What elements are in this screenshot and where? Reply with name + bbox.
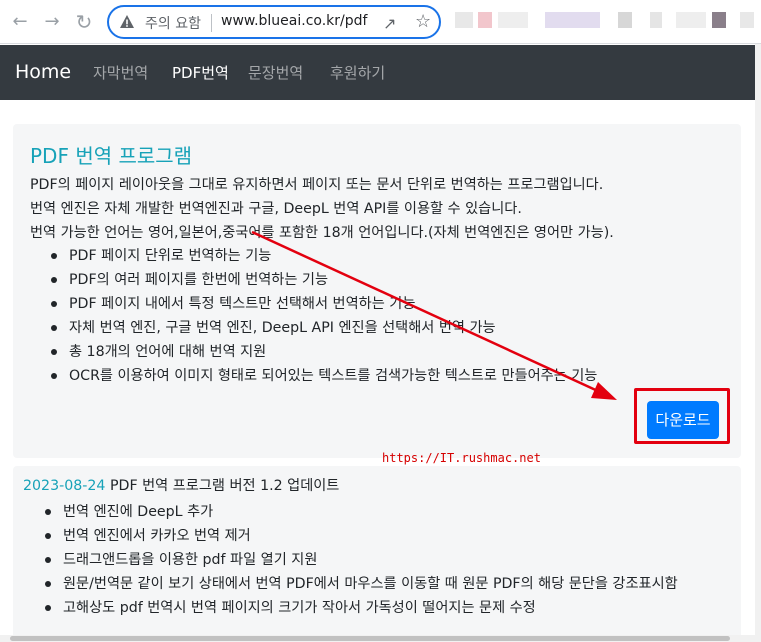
blurred-extension-icon xyxy=(650,12,662,28)
star-icon[interactable]: ☆ xyxy=(415,11,431,32)
list-item: PDF의 여러 페이지를 한번에 번역하는 기능 xyxy=(49,268,597,292)
url-text[interactable]: www.blueai.co.kr/pdf xyxy=(221,13,367,29)
horizontal-scrollbar-thumb[interactable] xyxy=(10,636,730,641)
blurred-extension-icon xyxy=(455,12,473,28)
security-warning-text[interactable]: 주의 요함 xyxy=(145,13,201,33)
list-item: PDF 페이지 단위로 번역하는 기능 xyxy=(49,244,597,268)
feature-list: PDF 페이지 단위로 번역하는 기능 PDF의 여러 페이지를 한번에 번역하… xyxy=(49,244,597,388)
download-button[interactable]: 다운로드 xyxy=(647,401,719,439)
title-prefix: PDF xyxy=(30,144,69,168)
nav-link-sentence-translate[interactable]: 문장번역 xyxy=(248,62,303,83)
description-line-1: PDF의 페이지 레이아웃을 그대로 유지하면서 페이지 또는 문서 단위로 번… xyxy=(30,177,604,193)
browser-toolbar: ← → ↻ 주의 요함 www.blueai.co.kr/pdf ↗ ☆ xyxy=(0,0,761,44)
nav-link-subtitle-translate[interactable]: 자막번역 xyxy=(93,62,148,83)
update-date-link[interactable]: 2023-08-24 xyxy=(23,478,105,494)
blurred-extension-icon xyxy=(498,12,528,28)
horizontal-scrollbar[interactable] xyxy=(0,635,755,642)
update-title: PDF 번역 프로그램 버전 1.2 업데이트 xyxy=(105,478,340,494)
list-item: 번역 엔진에서 카카오 번역 제거 xyxy=(43,524,733,548)
nav-link-pdf-translate[interactable]: PDF번역 xyxy=(172,62,229,83)
pdf-program-card: PDF 번역 프로그램 PDF의 페이지 레이아웃을 그대로 유지하면서 페이지… xyxy=(13,124,741,458)
reload-icon[interactable]: ↻ xyxy=(72,10,96,34)
list-item: 드래그앤드롭을 이용한 pdf 파일 열기 지원 xyxy=(43,548,733,572)
omnibox-separator xyxy=(211,14,212,32)
page-title: PDF 번역 프로그램 xyxy=(30,140,192,169)
download-highlight-box: 다운로드 xyxy=(634,388,730,444)
update-card: 2023-08-24 PDF 번역 프로그램 버전 1.2 업데이트 번역 엔진… xyxy=(13,466,741,642)
blurred-extension-icon xyxy=(478,12,492,28)
list-item: 번역 엔진에 DeepL 추가 xyxy=(43,500,733,524)
list-item: 원문/번역문 같이 보기 상태에서 번역 PDF에서 마우스를 이동할 때 원문… xyxy=(43,572,733,596)
address-bar[interactable]: 주의 요함 www.blueai.co.kr/pdf ↗ ☆ xyxy=(107,5,441,39)
update-heading: 2023-08-24 PDF 번역 프로그램 버전 1.2 업데이트 xyxy=(23,476,339,496)
back-arrow-icon[interactable]: ← xyxy=(8,10,32,34)
list-item: PDF 페이지 내에서 특정 텍스트만 선택해서 번역하는 기능 xyxy=(49,292,597,316)
nav-link-donate[interactable]: 후원하기 xyxy=(330,62,385,83)
blurred-extension-icon xyxy=(676,12,706,28)
blurred-extension-icon xyxy=(618,12,632,28)
site-navbar: Home 자막번역 PDF번역 문장번역 후원하기 xyxy=(0,45,755,100)
blurred-extension-icon xyxy=(545,12,600,28)
list-item: 고해상도 pdf 번역시 번역 페이지의 크기가 작아서 가독성이 떨어지는 문… xyxy=(43,596,733,620)
description-line-3: 번역 가능한 언어는 영어,일본어,중국어를 포함한 18개 언어입니다.(자체… xyxy=(30,225,614,241)
blurred-extension-icon xyxy=(712,12,726,28)
vertical-scrollbar[interactable] xyxy=(755,44,761,642)
list-item: OCR를 이용하여 이미지 형태로 되어있는 텍스트를 검색가능한 텍스트로 만… xyxy=(49,364,597,388)
watermark-text: https://IT.rushmac.net xyxy=(382,451,541,465)
update-list: 번역 엔진에 DeepL 추가 번역 엔진에서 카카오 번역 제거 드래그앤드롭… xyxy=(43,500,733,620)
blurred-extension-icon xyxy=(740,12,754,28)
forward-arrow-icon[interactable]: → xyxy=(40,10,64,34)
list-item: 총 18개의 언어에 대해 번역 지원 xyxy=(49,340,597,364)
share-icon[interactable]: ↗ xyxy=(383,14,396,33)
description-line-2: 번역 엔진은 자체 개발한 번역엔진과 구글, DeepL 번역 API를 이용… xyxy=(30,201,522,217)
title-rest: 번역 프로그램 xyxy=(68,144,193,168)
brand-home-link[interactable]: Home xyxy=(15,61,71,83)
list-item: 자체 번역 엔진, 구글 번역 엔진, DeepL API 엔진을 선택해서 번… xyxy=(49,316,597,340)
warning-icon[interactable] xyxy=(119,14,135,30)
